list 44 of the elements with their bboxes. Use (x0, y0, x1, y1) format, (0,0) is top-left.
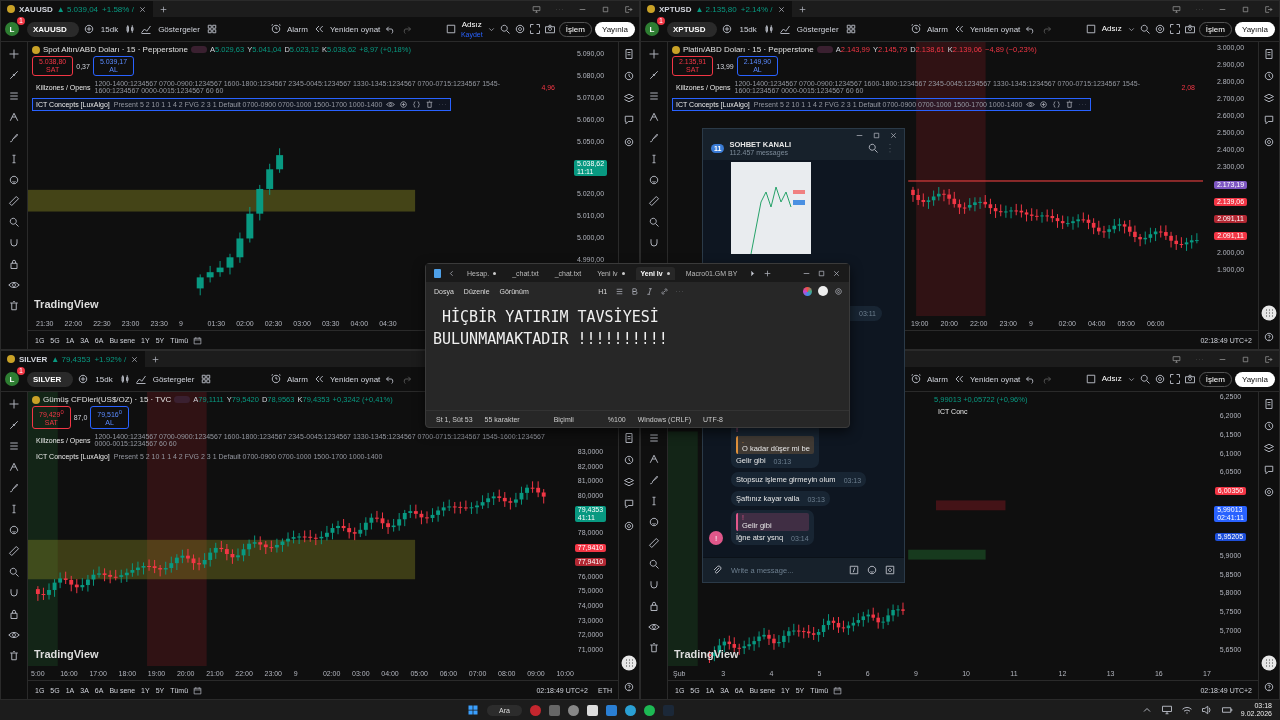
tab-symbol: SILVER (19, 354, 48, 364)
layout-name-button[interactable]: Adsız (459, 19, 484, 31)
alarm-button[interactable]: Alarm (925, 372, 950, 386)
publish-button[interactable]: Yayınla (1234, 371, 1275, 387)
tab-price: ▲ 79,4353 (51, 354, 91, 364)
publish-button[interactable]: Yayınla (1234, 21, 1275, 37)
symbol-search-field[interactable]: SILVER (27, 371, 74, 387)
user-avatar[interactable]: L (645, 22, 659, 36)
alarm-button[interactable]: Alarm (285, 22, 310, 36)
user-avatar[interactable]: L (5, 22, 19, 36)
tab-change: +1.58% / (102, 4, 134, 14)
interval-button[interactable]: 15dk (737, 22, 759, 36)
chart-tab[interactable]: XAUUSD ▲ 5.039,04 +1.58% / (1, 1, 153, 17)
layout-name-button[interactable]: Adsız (1099, 373, 1124, 385)
layout-name-button[interactable]: Adsız (1099, 23, 1124, 35)
tradingview-logo[interactable]: TradingView (34, 648, 99, 660)
indicators-button[interactable]: Göstergeler (794, 22, 841, 36)
replay-button[interactable]: Yeniden oynat (327, 22, 383, 36)
tab-change: +1.92% / (94, 354, 127, 364)
chart-tab[interactable]: XPTUSD ▲ 2.135,80 +2.14% / (641, 1, 792, 17)
symbol-title: Platin/ABD Doları · 15 · Pepperstone (683, 45, 814, 54)
symbol-title: Spot Altın/ABD Doları · 15 · Pepperstone (43, 45, 188, 54)
replay-button[interactable]: Yeniden oynat (967, 372, 1023, 386)
indicators-button[interactable]: Göstergeler (156, 22, 202, 36)
tab-change: +2.14% / (740, 4, 773, 14)
tab-price: ▲ 5.039,04 (56, 4, 99, 14)
alarm-button[interactable]: Alarm (925, 22, 950, 36)
user-avatar[interactable]: L (5, 372, 19, 386)
tab-symbol: XAUUSD (19, 4, 53, 14)
symbol-search-field[interactable]: XPTUSD (667, 21, 718, 37)
symbol-search-field[interactable]: XAUUSD (27, 21, 79, 37)
replay-button[interactable]: Yeniden oynat (327, 372, 383, 386)
alarm-button[interactable]: Alarm (285, 372, 310, 386)
symbol-title: Gümüş CFDleri(US$/OZ) · 15 · TVC (43, 395, 172, 404)
replay-button[interactable]: Yeniden oynat (967, 22, 1023, 36)
tab-price: ▲ 2.135,80 (695, 4, 737, 14)
user-avatar[interactable]: ! (709, 531, 723, 545)
chart-tab[interactable]: SILVER ▲ 79,4353 +1.92% / (1, 351, 146, 367)
publish-button[interactable]: Yayınla (594, 21, 635, 37)
interval-button[interactable]: 15dk (98, 22, 121, 36)
tab-symbol: XPTUSD (659, 4, 692, 14)
tradingview-logo[interactable]: TradingView (34, 298, 99, 310)
indicators-button[interactable]: Göstergeler (150, 372, 197, 386)
interval-button[interactable]: 15dk (93, 372, 115, 386)
